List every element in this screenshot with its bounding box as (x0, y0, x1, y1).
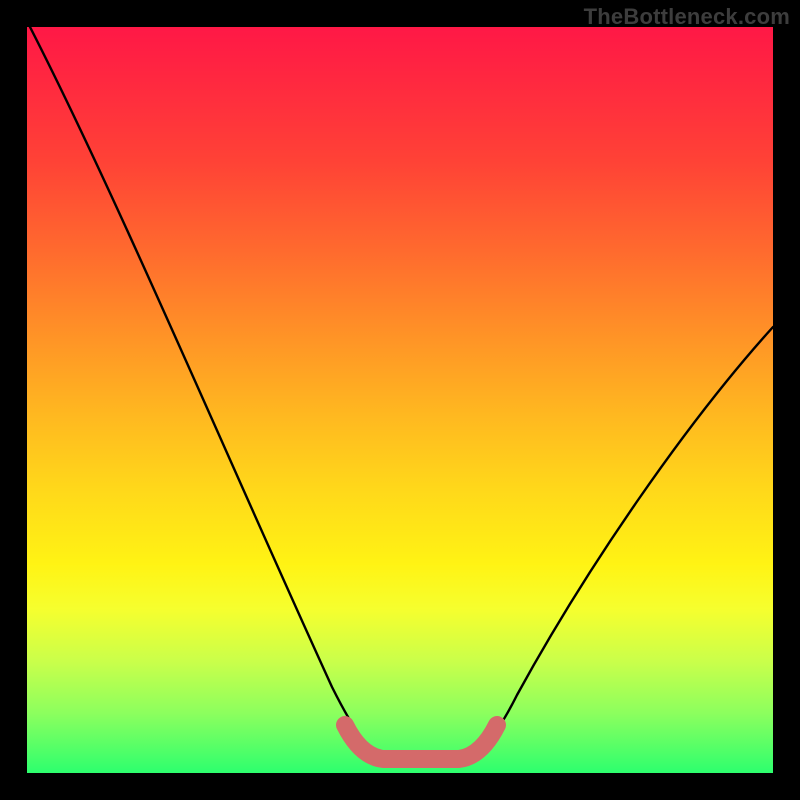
optimal-range-marker (345, 725, 497, 759)
watermark-text: TheBottleneck.com (584, 4, 790, 30)
chart-frame: TheBottleneck.com (0, 0, 800, 800)
curve-path (30, 27, 773, 758)
plot-area (27, 27, 773, 773)
bottleneck-curve (27, 27, 773, 773)
